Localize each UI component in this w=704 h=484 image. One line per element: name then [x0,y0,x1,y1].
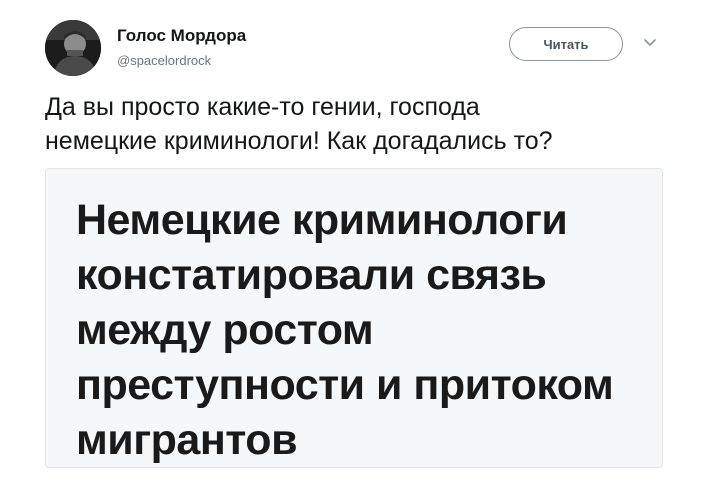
media-headline-line: мигрантов [76,416,298,464]
author-name[interactable]: Голос Мордора [117,26,246,46]
author-handle[interactable]: @spacelordrock [117,53,211,68]
follow-button-label: Читать [543,36,589,52]
follow-button[interactable]: Читать [509,27,623,61]
tweet-card: Голос Мордора @spacelordrock Читать Да в… [0,0,704,484]
tweet-text: Да вы просто какие-то гении, господа нем… [45,90,685,158]
avatar[interactable] [45,20,101,76]
media-headline-line: между ростом [76,306,374,354]
media-headline-line: преступности и притоком [76,361,614,409]
chevron-down-icon[interactable] [642,34,658,50]
tweet-text-line: Да вы просто какие-то гении, господа [45,93,480,121]
media-headline-line: Немецкие криминологи [76,196,568,244]
media-image[interactable]: Немецкие криминологи констатировали связ… [45,168,663,468]
tweet-text-line: немецкие криминологи! Как догадались то? [45,127,553,155]
media-headline: Немецкие криминологи констатировали связ… [76,193,656,467]
media-headline-line: констатировали связь [76,251,547,299]
user-avatar-image [45,20,101,76]
